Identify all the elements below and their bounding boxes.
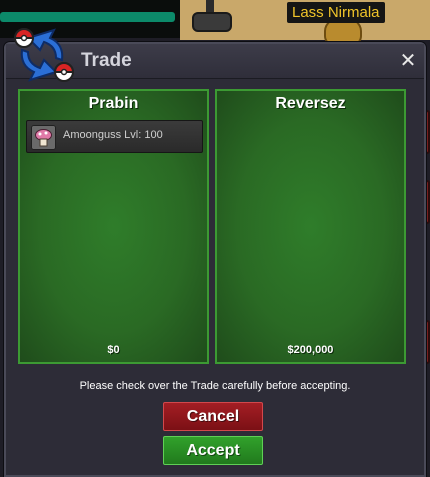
left-money-offer: $0	[107, 344, 120, 356]
trade-window: Trade ✕ Prabin Amoonguss Lvl: 100 $0 Rev…	[4, 28, 426, 477]
pokemon-name: Amoonguss	[63, 129, 122, 141]
cancel-button[interactable]: Cancel	[163, 402, 263, 431]
trade-panel-left: Prabin Amoonguss Lvl: 100 $0	[18, 89, 209, 364]
pokemon-level: Lvl: 100	[124, 129, 163, 141]
accept-button[interactable]: Accept	[163, 436, 263, 465]
post-base	[192, 12, 232, 32]
close-icon: ✕	[399, 48, 417, 72]
trade-panel-right: Reversez $200,000	[215, 89, 406, 364]
right-money-offer: $200,000	[287, 344, 334, 356]
close-button[interactable]: ✕	[398, 50, 418, 70]
street-post	[188, 0, 232, 34]
window-title: Trade	[81, 50, 132, 71]
pokemon-label: Amoonguss Lvl: 100	[63, 129, 163, 141]
right-trader-name: Reversez	[275, 95, 346, 112]
trade-arrows-pokeball-icon	[13, 28, 75, 82]
window-titlebar[interactable]: Trade ✕	[6, 28, 424, 82]
trade-pokemon-item[interactable]: Amoonguss Lvl: 100	[26, 120, 203, 153]
amoonguss-sprite-icon	[31, 125, 56, 150]
npc-name-label: Lass Nirmala	[287, 2, 385, 23]
trade-notice-text: Please check over the Trade carefully be…	[79, 380, 351, 392]
left-trader-name: Prabin	[88, 95, 139, 112]
